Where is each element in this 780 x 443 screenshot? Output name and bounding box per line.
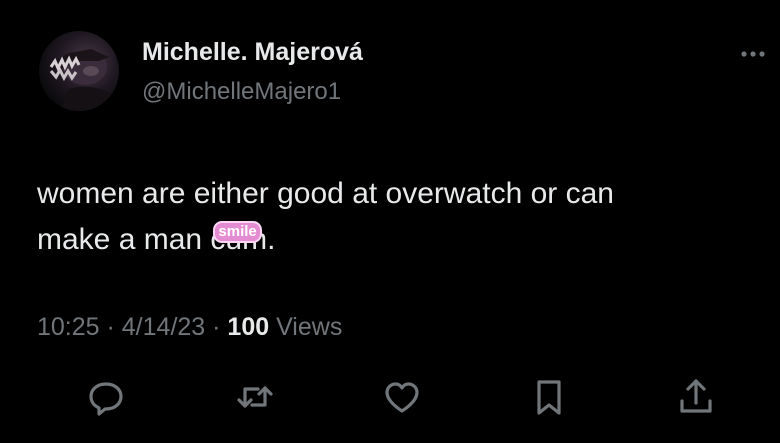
views-count[interactable]: 100: [227, 313, 269, 341]
avatar[interactable]: [39, 31, 119, 111]
reply-button[interactable]: [84, 375, 128, 419]
share-button[interactable]: [674, 375, 718, 419]
share-icon: [680, 379, 712, 413]
tweet-text-line-1: women are either good at overwatch or ca…: [37, 177, 614, 210]
retweet-button[interactable]: [233, 375, 277, 419]
bookmark-button[interactable]: [527, 375, 571, 419]
display-name[interactable]: Michelle. Majerová: [142, 38, 363, 67]
heart-icon: [385, 382, 419, 413]
views-label: Views: [269, 313, 343, 341]
censored-word: cumsmile: [210, 217, 267, 263]
tweet-text-line-2-suffix: .: [267, 223, 276, 256]
tweet-text: women are either good at overwatch or ca…: [37, 171, 747, 263]
tweet-text-line-2-prefix: make a man: [37, 223, 211, 256]
tweet-time[interactable]: 10:25: [37, 313, 100, 341]
action-bar: [0, 375, 780, 421]
ellipsis-icon: [741, 51, 765, 57]
more-options-button[interactable]: [736, 44, 770, 64]
like-button[interactable]: [380, 375, 424, 419]
retweet-icon: [237, 386, 273, 408]
tweet-meta: 10:25 · 4/14/23 · 100 Views: [37, 313, 342, 342]
tweet-date[interactable]: 4/14/23: [122, 313, 205, 341]
tweet: Michelle. Majerová @MichelleMajero1 wome…: [0, 0, 780, 443]
avatar-image: [47, 49, 119, 111]
smile-sticker: smile: [213, 221, 262, 243]
handle[interactable]: @MichelleMajero1: [142, 78, 341, 106]
reply-icon: [89, 382, 123, 416]
meta-separator: ·: [99, 313, 122, 341]
meta-separator: ·: [205, 313, 228, 341]
bookmark-icon: [537, 380, 561, 415]
